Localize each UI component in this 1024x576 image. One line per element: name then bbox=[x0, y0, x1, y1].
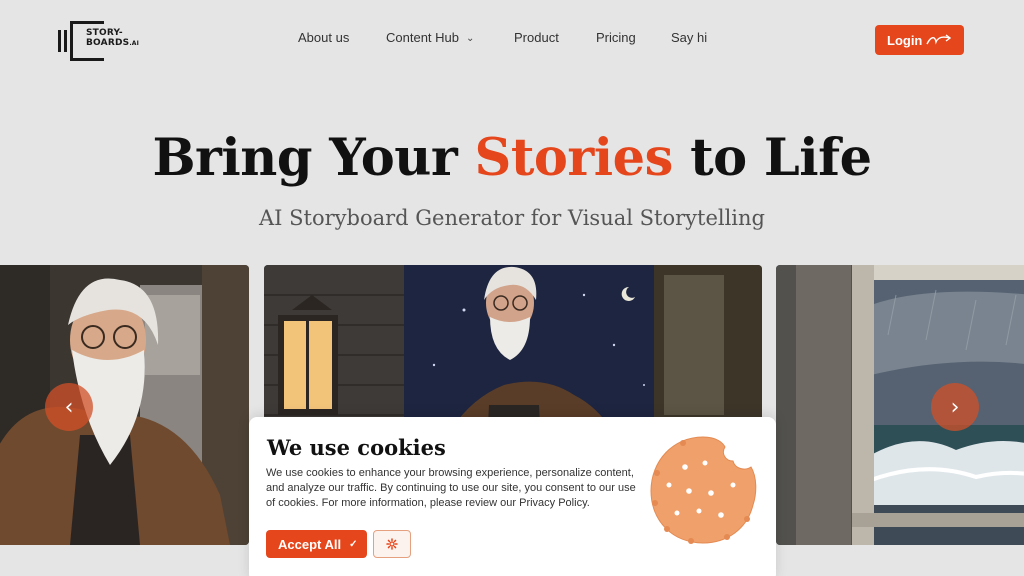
hero-subtitle: AI Storyboard Generator for Visual Story… bbox=[259, 206, 765, 230]
carousel-slide-old-man-doorway[interactable] bbox=[0, 265, 249, 545]
login-button[interactable]: Login bbox=[875, 25, 964, 55]
check-icon: ✓ bbox=[349, 538, 358, 550]
carousel-slide-stormy-sea[interactable] bbox=[776, 265, 1024, 545]
cookie-illustration bbox=[650, 436, 757, 544]
site-header: STORY- BOARDS.AI About us Content Hub ⌄ P… bbox=[0, 0, 1024, 82]
nav-about-us[interactable]: About us bbox=[298, 30, 349, 45]
cookie-settings-button[interactable] bbox=[373, 530, 411, 558]
cookie-title: We use cookies bbox=[267, 435, 446, 460]
carousel-prev-button[interactable]: ‹ bbox=[45, 383, 93, 431]
swoosh-arrow-icon bbox=[926, 34, 952, 45]
hero-title: Bring Your Stories to Life bbox=[152, 128, 872, 188]
chevron-right-icon: › bbox=[950, 394, 960, 420]
nav-content-hub[interactable]: Content Hub ⌄ bbox=[386, 30, 474, 45]
cookie-consent-banner: We use cookies We use cookies to enhance… bbox=[249, 417, 776, 576]
chevron-left-icon: ‹ bbox=[64, 394, 74, 420]
main-nav: About us Content Hub ⌄ Product Pricing Sa… bbox=[0, 30, 1024, 50]
nav-product[interactable]: Product bbox=[514, 30, 559, 45]
gear-icon bbox=[386, 538, 398, 550]
hero-title-accent: Stories bbox=[474, 128, 674, 188]
cookie-description: We use cookies to enhance your browsing … bbox=[266, 467, 636, 509]
accept-all-button[interactable]: Accept All ✓ bbox=[266, 530, 367, 558]
nav-say-hi[interactable]: Say hi bbox=[671, 30, 707, 45]
nav-pricing[interactable]: Pricing bbox=[596, 30, 636, 45]
chevron-down-icon: ⌄ bbox=[466, 33, 475, 44]
carousel-next-button[interactable]: › bbox=[931, 383, 979, 431]
